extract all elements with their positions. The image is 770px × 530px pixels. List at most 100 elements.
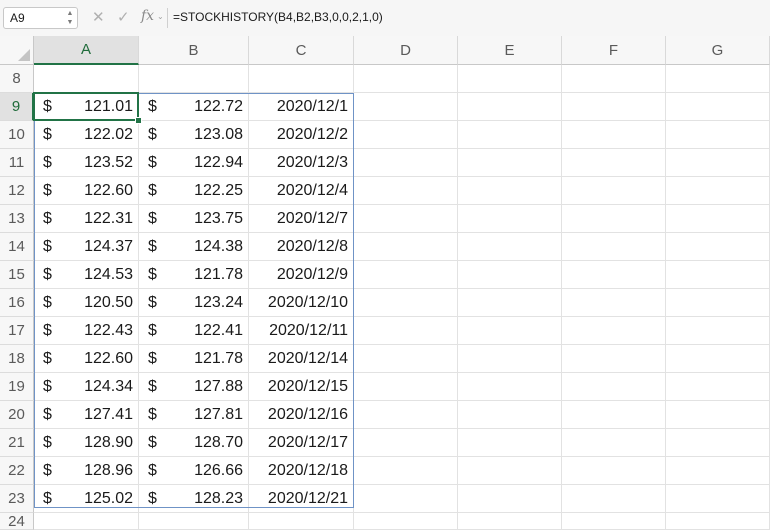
- grid-cell[interactable]: 2020/12/7: [249, 205, 354, 233]
- grid-cell[interactable]: [458, 205, 562, 233]
- grid-cell[interactable]: $128.23: [139, 485, 249, 513]
- name-box[interactable]: A9 ▲ ▼: [3, 7, 78, 29]
- row-header[interactable]: 23: [0, 485, 34, 513]
- grid-cell[interactable]: [666, 401, 770, 429]
- grid-cell[interactable]: $128.90: [34, 429, 139, 457]
- grid-cell[interactable]: [354, 121, 458, 149]
- grid-cell[interactable]: [34, 65, 139, 93]
- grid-cell[interactable]: 2020/12/9: [249, 261, 354, 289]
- grid-cell[interactable]: 2020/12/1: [249, 93, 354, 121]
- grid-cell[interactable]: $123.24: [139, 289, 249, 317]
- row-header[interactable]: 20: [0, 401, 34, 429]
- grid-cell[interactable]: [458, 401, 562, 429]
- grid-cell[interactable]: [562, 149, 666, 177]
- name-box-stepper-icon[interactable]: ▲ ▼: [66, 9, 74, 27]
- grid-cell[interactable]: $120.50: [34, 289, 139, 317]
- grid-cell[interactable]: 2020/12/8: [249, 233, 354, 261]
- grid-cell[interactable]: [666, 317, 770, 345]
- grid-cell[interactable]: [666, 205, 770, 233]
- grid-cell[interactable]: [562, 429, 666, 457]
- row-header[interactable]: 10: [0, 121, 34, 149]
- grid-cell[interactable]: [354, 373, 458, 401]
- grid-cell[interactable]: [666, 177, 770, 205]
- grid-cell[interactable]: [354, 513, 458, 530]
- grid-cell[interactable]: $121.01: [34, 93, 139, 121]
- grid-cell[interactable]: [666, 65, 770, 93]
- grid-cell[interactable]: 2020/12/14: [249, 345, 354, 373]
- grid-cell[interactable]: [562, 233, 666, 261]
- grid-cell[interactable]: [666, 345, 770, 373]
- grid-cell[interactable]: [249, 65, 354, 93]
- column-header-d[interactable]: D: [354, 36, 458, 65]
- grid-cell[interactable]: $122.25: [139, 177, 249, 205]
- column-header-b[interactable]: B: [139, 36, 249, 65]
- row-header[interactable]: 21: [0, 429, 34, 457]
- grid-cell[interactable]: 2020/12/4: [249, 177, 354, 205]
- grid-cell[interactable]: [354, 289, 458, 317]
- grid-cell[interactable]: [458, 429, 562, 457]
- column-header-f[interactable]: F: [562, 36, 666, 65]
- row-header[interactable]: 8: [0, 65, 34, 93]
- select-all-corner[interactable]: [0, 36, 34, 65]
- grid-cell[interactable]: $122.72: [139, 93, 249, 121]
- grid-cell[interactable]: $123.52: [34, 149, 139, 177]
- row-header[interactable]: 19: [0, 373, 34, 401]
- grid-cell[interactable]: $122.43: [34, 317, 139, 345]
- close-icon[interactable]: ✕: [92, 8, 105, 26]
- grid-cell[interactable]: $121.78: [139, 345, 249, 373]
- grid-cell[interactable]: $121.78: [139, 261, 249, 289]
- grid-cell[interactable]: [458, 317, 562, 345]
- grid-cell[interactable]: [666, 485, 770, 513]
- row-header[interactable]: 14: [0, 233, 34, 261]
- grid-cell[interactable]: [354, 65, 458, 93]
- grid-cell[interactable]: [562, 93, 666, 121]
- column-header-g[interactable]: G: [666, 36, 770, 65]
- grid-cell[interactable]: [458, 93, 562, 121]
- row-header[interactable]: 17: [0, 317, 34, 345]
- grid-cell[interactable]: $123.08: [139, 121, 249, 149]
- row-header[interactable]: 15: [0, 261, 34, 289]
- grid-cell[interactable]: [139, 513, 249, 530]
- grid-cell[interactable]: $124.37: [34, 233, 139, 261]
- grid-cell[interactable]: $122.31: [34, 205, 139, 233]
- grid-cell[interactable]: $124.53: [34, 261, 139, 289]
- grid-cell[interactable]: [562, 513, 666, 530]
- grid-cell[interactable]: $123.75: [139, 205, 249, 233]
- row-header[interactable]: 9: [0, 93, 34, 121]
- grid-cell[interactable]: $127.81: [139, 401, 249, 429]
- grid-cell[interactable]: [458, 457, 562, 485]
- grid-cell[interactable]: [666, 121, 770, 149]
- grid-cell[interactable]: [666, 289, 770, 317]
- grid-cell[interactable]: [666, 513, 770, 530]
- grid-cell[interactable]: [139, 65, 249, 93]
- grid-cell[interactable]: [666, 233, 770, 261]
- grid-cell[interactable]: $125.02: [34, 485, 139, 513]
- row-header[interactable]: 12: [0, 177, 34, 205]
- grid-cell[interactable]: [666, 373, 770, 401]
- grid-cell[interactable]: 2020/12/3: [249, 149, 354, 177]
- grid-cell[interactable]: [249, 513, 354, 530]
- formula-input[interactable]: =STOCKHISTORY(B4,B2,B3,0,0,2,1,0): [173, 10, 383, 24]
- grid-cell[interactable]: $122.60: [34, 345, 139, 373]
- grid-cell[interactable]: $126.66: [139, 457, 249, 485]
- grid-cell[interactable]: [562, 205, 666, 233]
- grid-cell[interactable]: [666, 457, 770, 485]
- column-header-a[interactable]: A: [34, 36, 139, 65]
- grid-cell[interactable]: [562, 401, 666, 429]
- row-header[interactable]: 11: [0, 149, 34, 177]
- column-header-c[interactable]: C: [249, 36, 354, 65]
- grid-cell[interactable]: 2020/12/10: [249, 289, 354, 317]
- row-header[interactable]: 24: [0, 513, 34, 530]
- grid-cell[interactable]: 2020/12/18: [249, 457, 354, 485]
- grid-cell[interactable]: [354, 93, 458, 121]
- row-header[interactable]: 18: [0, 345, 34, 373]
- grid-cell[interactable]: [458, 121, 562, 149]
- grid-cell[interactable]: [458, 149, 562, 177]
- grid-cell[interactable]: [666, 261, 770, 289]
- grid-cell[interactable]: [562, 65, 666, 93]
- grid-cell[interactable]: 2020/12/15: [249, 373, 354, 401]
- grid-cell[interactable]: $128.70: [139, 429, 249, 457]
- row-header[interactable]: 13: [0, 205, 34, 233]
- grid-cell[interactable]: [354, 261, 458, 289]
- grid-cell[interactable]: [354, 205, 458, 233]
